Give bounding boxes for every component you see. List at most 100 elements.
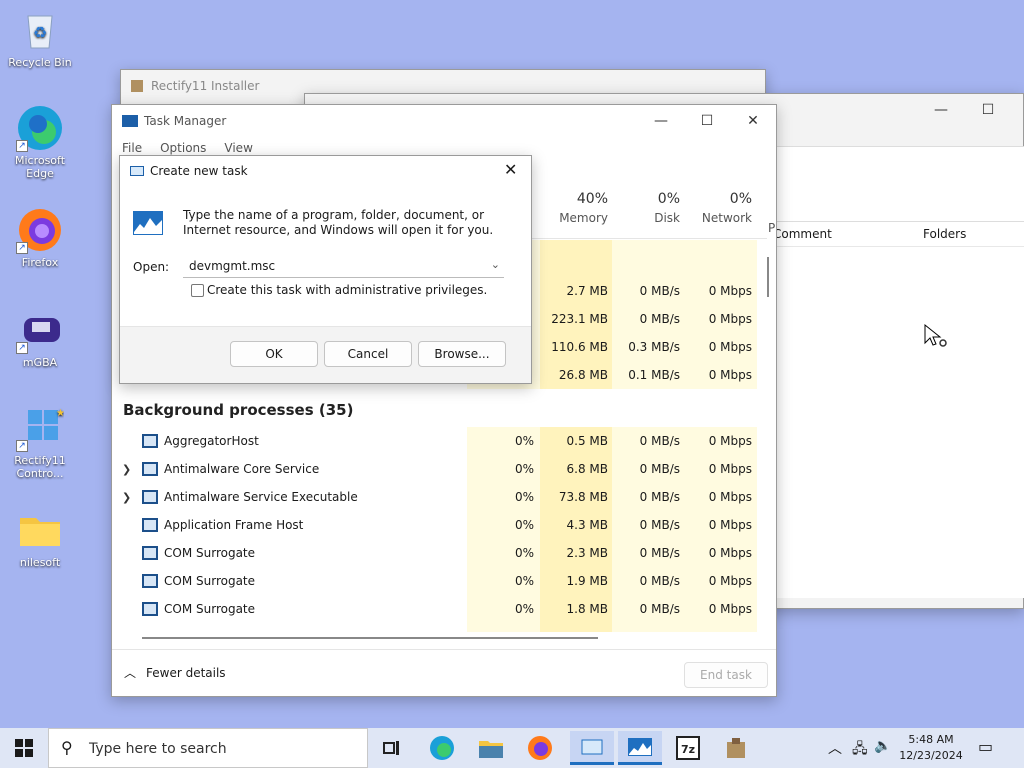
create-new-task-dialog: Create new task ✕ Type the name of a pro… — [119, 155, 532, 384]
table-row[interactable]: COM Surrogate 0% 1.9 MB 0 MB/s 0 Mbps — [112, 567, 762, 595]
process-name: COM Surrogate — [164, 546, 256, 560]
task-view-icon[interactable] — [374, 734, 410, 762]
cell-memory: 26.8 MB — [558, 368, 608, 382]
table-row[interactable]: COM Surrogate 0% 2.3 MB 0 MB/s 0 Mbps — [112, 539, 762, 567]
column-folders[interactable]: Folders — [923, 227, 966, 241]
chevron-up-icon[interactable]: ︿ — [828, 738, 842, 758]
process-icon — [142, 462, 158, 476]
maximize-button[interactable]: ☐ — [965, 94, 1011, 126]
cell-memory: 2.7 MB — [566, 284, 608, 298]
desktop-icon-label: nilesoft — [19, 556, 61, 569]
process-name: AggregatorHost — [164, 434, 259, 448]
column-network[interactable]: 0% Network — [684, 191, 752, 225]
cell-disk: 0 MB/s — [639, 602, 680, 616]
run-dialog-taskbar-icon[interactable] — [570, 731, 614, 765]
horizontal-scrollbar[interactable] — [142, 637, 598, 639]
admin-checkbox[interactable] — [191, 284, 204, 297]
installer-taskbar-icon[interactable] — [718, 734, 754, 762]
firefox-icon: ↗ — [16, 206, 64, 254]
close-icon[interactable]: ✕ — [504, 160, 517, 179]
rectify11-icon: ★ ↗ — [16, 404, 65, 452]
7zip-icon[interactable]: 7z — [670, 734, 706, 762]
search-box[interactable]: ⚲ Type here to search — [48, 728, 368, 768]
process-name: Antimalware Core Service — [164, 462, 320, 476]
cell-memory: 0.5 MB — [566, 434, 608, 448]
folder-icon — [16, 506, 64, 554]
column-memory[interactable]: 40% Memory — [540, 191, 608, 225]
cell-cpu: 0% — [514, 518, 534, 532]
open-label: Open: — [133, 260, 170, 274]
fewer-details-link[interactable]: Fewer details — [146, 666, 226, 680]
desktop-icon-firefox[interactable]: ↗ Firefox — [2, 206, 78, 269]
ok-button[interactable]: OK — [230, 341, 318, 367]
clock-time: 5:48 AM — [908, 733, 954, 746]
chevron-right-icon[interactable]: ❯ — [122, 491, 131, 504]
memory-label: Memory — [559, 211, 608, 225]
column-comment[interactable]: Comment — [773, 227, 832, 241]
table-row[interactable]: ❯ Antimalware Core Service 0% 6.8 MB 0 M… — [112, 455, 762, 483]
bg-header-gap — [467, 389, 757, 427]
cell-cpu: 0% — [514, 462, 534, 476]
start-button[interactable] — [6, 734, 42, 762]
clock-date: 12/23/2024 — [899, 749, 963, 762]
close-button[interactable]: ✕ — [730, 105, 776, 137]
disk-percent: 0% — [657, 191, 680, 207]
open-combobox[interactable]: devmgmt.msc ⌄ — [183, 256, 504, 278]
network-percent: 0% — [729, 191, 752, 207]
cell-cpu: 0% — [514, 602, 534, 616]
process-name: Application Frame Host — [164, 518, 304, 532]
vertical-scrollbar[interactable] — [767, 257, 769, 297]
cell-disk: 0 MB/s — [639, 434, 680, 448]
menu-file[interactable]: File — [122, 141, 142, 155]
menu-view[interactable]: View — [224, 141, 252, 155]
shortcut-arrow-icon: ↗ — [16, 140, 28, 152]
shortcut-arrow-icon: ↗ — [16, 342, 28, 354]
task-manager-taskbar-icon[interactable] — [618, 731, 662, 765]
cell-memory: 6.8 MB — [566, 462, 608, 476]
open-input[interactable]: devmgmt.msc — [189, 259, 275, 273]
desktop-icon-edge[interactable]: ↗ Microsoft Edge — [2, 104, 78, 180]
clock[interactable]: 5:48 AM 12/23/2024 — [896, 732, 966, 764]
desktop-icon-label: Microsoft Edge — [14, 154, 66, 180]
minimize-button[interactable]: — — [638, 105, 684, 137]
table-row[interactable]: AggregatorHost 0% 0.5 MB 0 MB/s 0 Mbps — [112, 427, 762, 455]
svg-text:7z: 7z — [681, 743, 695, 756]
menu-options[interactable]: Options — [160, 141, 206, 155]
chevron-down-icon[interactable]: ⌄ — [491, 258, 500, 271]
cell-memory: 4.3 MB — [566, 518, 608, 532]
desktop-icon-rectify11-control[interactable]: ★ ↗ Rectify11 Contro... — [2, 404, 78, 480]
chevron-up-icon[interactable]: ︿ — [124, 664, 136, 681]
desktop-icon-nilesoft[interactable]: nilesoft — [2, 506, 78, 569]
minimize-button[interactable]: — — [918, 94, 964, 126]
cell-disk: 0 MB/s — [639, 518, 680, 532]
table-row[interactable]: Application Frame Host 0% 4.3 MB 0 MB/s … — [112, 511, 762, 539]
edge-icon[interactable] — [424, 734, 460, 762]
cell-cpu: 0% — [514, 490, 534, 504]
notification-icon[interactable]: ▭ — [978, 737, 993, 756]
file-explorer-icon[interactable] — [473, 734, 509, 762]
background-processes-header: Background processes (35) — [123, 401, 354, 419]
maximize-button[interactable]: ☐ — [684, 105, 730, 137]
table-row[interactable]: ❯ Antimalware Service Executable 0% 73.8… — [112, 483, 762, 511]
cell-memory: 1.8 MB — [566, 602, 608, 616]
column-power-partial[interactable]: P — [768, 221, 775, 235]
end-task-button[interactable]: End task — [684, 662, 768, 688]
cell-disk: 0 MB/s — [639, 312, 680, 326]
volume-muted-icon[interactable]: 🔈 — [874, 738, 891, 754]
run-icon — [130, 166, 144, 176]
network-icon[interactable]: 🖧 — [852, 738, 868, 762]
table-row[interactable]: COM Surrogate 0% 1.8 MB 0 MB/s 0 Mbps — [112, 595, 762, 623]
firefox-icon[interactable] — [522, 734, 558, 762]
cancel-button[interactable]: Cancel — [324, 341, 412, 367]
browse-button[interactable]: Browse... — [418, 341, 506, 367]
desktop-icon-mgba[interactable]: ↗ mGBA — [2, 306, 78, 369]
search-input[interactable]: Type here to search — [89, 741, 227, 757]
process-icon — [142, 518, 158, 532]
desktop-icon-recycle-bin[interactable]: ♻ Recycle Bin — [2, 6, 78, 69]
column-disk[interactable]: 0% Disk — [612, 191, 680, 225]
cell-network: 0 Mbps — [708, 602, 752, 616]
task-manager-icon — [122, 115, 138, 127]
chevron-right-icon[interactable]: ❯ — [122, 463, 131, 476]
explorer-column-header: Comment Folders — [773, 221, 1024, 247]
cell-memory: 110.6 MB — [551, 340, 608, 354]
